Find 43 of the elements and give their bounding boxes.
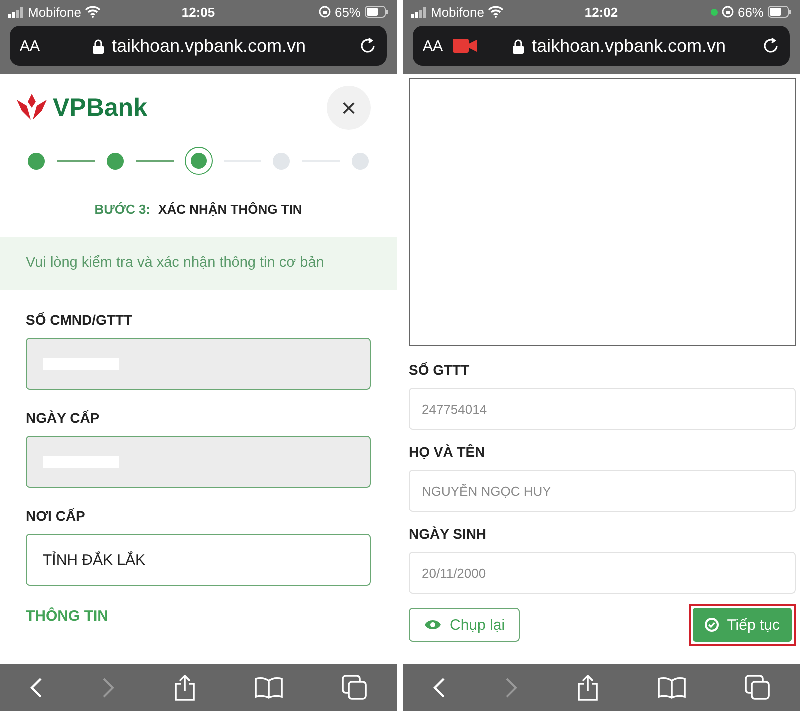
tabs-icon[interactable] xyxy=(342,674,368,700)
info-banner: Vui lòng kiểm tra và xác nhận thông tin cơ bản xyxy=(0,237,397,290)
book-icon[interactable] xyxy=(658,676,686,698)
section-heading: THÔNG TIN xyxy=(25,608,110,625)
step-title: XÁC NHẬN THÔNG TIN xyxy=(158,202,302,217)
battery-percent: 66% xyxy=(738,4,764,20)
carrier-name: Mobifone xyxy=(431,4,484,20)
bank-logo: VPBank xyxy=(17,94,148,122)
field-label: NGÀY CẤP xyxy=(26,410,101,426)
eye-icon xyxy=(424,619,442,631)
field-label: SỐ CMND/GTTT xyxy=(26,312,134,328)
wifi-icon xyxy=(85,6,102,18)
field-label: SỐ GTTT xyxy=(409,362,471,378)
rotation-lock-icon xyxy=(318,6,331,18)
signal-icon xyxy=(411,6,427,18)
wifi-icon xyxy=(488,6,504,18)
tabs-icon[interactable] xyxy=(744,674,771,700)
input-field[interactable]: TỈNH ĐẮK LẮK xyxy=(26,534,371,586)
url-text[interactable]: taikhoan.vpbank.com.vn xyxy=(112,36,306,56)
carrier-name: Mobifone xyxy=(28,4,82,20)
signal-icon xyxy=(8,6,24,18)
rotation-lock-icon xyxy=(722,6,734,18)
close-button[interactable]: × xyxy=(327,86,371,130)
reload-icon[interactable] xyxy=(762,37,780,55)
text-size-button[interactable]: AA xyxy=(423,38,444,54)
share-icon[interactable] xyxy=(577,674,600,700)
text-size-button[interactable]: AA xyxy=(20,38,40,54)
check-circle-icon xyxy=(705,618,720,632)
share-icon[interactable] xyxy=(174,674,196,700)
reload-icon[interactable] xyxy=(359,37,377,55)
lock-icon xyxy=(512,38,524,54)
clock-time: 12:05 xyxy=(182,4,216,20)
book-icon[interactable] xyxy=(255,676,284,698)
url-text[interactable]: taikhoan.vpbank.com.vn xyxy=(532,36,726,56)
lock-icon xyxy=(92,38,104,54)
field-label: NƠI CẤP xyxy=(26,508,86,524)
back-icon[interactable] xyxy=(29,676,44,698)
step-number: BƯỚC 3: xyxy=(94,202,151,217)
field-label: NGÀY SINH xyxy=(409,526,488,542)
back-icon[interactable] xyxy=(432,676,446,698)
battery-percent: 65% xyxy=(334,4,361,20)
clock-time: 12:02 xyxy=(584,4,618,20)
field-label: HỌ VÀ TÊN xyxy=(409,444,486,460)
